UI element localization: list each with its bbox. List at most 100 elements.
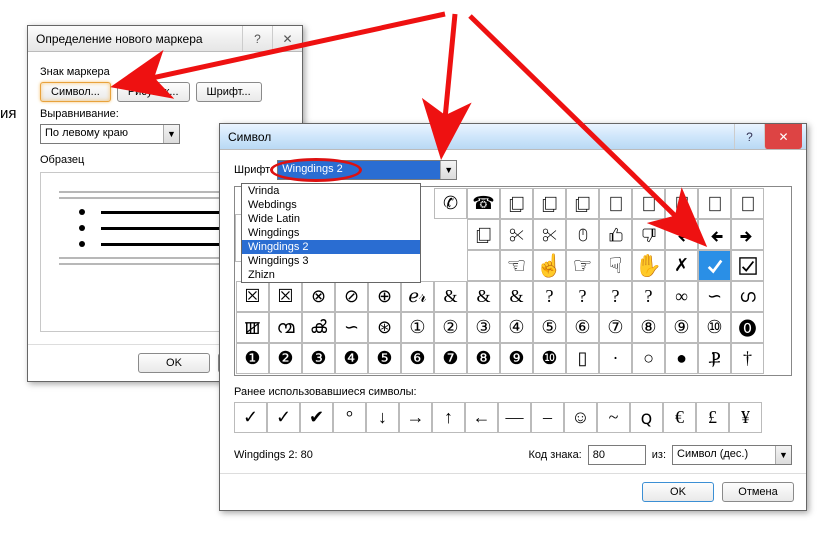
help-button[interactable]: ? <box>734 124 764 149</box>
recent-symbol-cell[interactable]: ~ <box>597 402 630 433</box>
symbol-cell[interactable]: ? <box>566 281 599 312</box>
symbol-cell[interactable]: ☞ <box>566 250 599 281</box>
symbol-cell[interactable]: ☜ <box>500 250 533 281</box>
recent-symbol-cell[interactable]: ✓ <box>267 402 300 433</box>
symbol-cell[interactable]: ? <box>599 281 632 312</box>
recent-symbol-cell[interactable]: ↓ <box>366 402 399 433</box>
recent-symbol-cell[interactable]: ← <box>465 402 498 433</box>
font-option[interactable]: Wingdings 2 <box>242 240 420 254</box>
recent-symbol-cell[interactable]: — <box>498 402 531 433</box>
dlg2-titlebar[interactable]: Символ ? ✕ <box>220 124 806 150</box>
symbol-cell[interactable]: ✗ <box>665 250 698 281</box>
recent-symbol-cell[interactable]: ↑ <box>432 402 465 433</box>
symbol-cell[interactable]: ☝ <box>533 250 566 281</box>
symbol-cell[interactable] <box>731 188 764 219</box>
symbol-cell[interactable] <box>500 219 533 250</box>
symbol-cell[interactable] <box>566 188 599 219</box>
symbol-cell[interactable]: ❽ <box>467 343 500 374</box>
symbol-cell[interactable]: & <box>434 281 467 312</box>
symbol-cell[interactable]: ⊕ <box>368 281 401 312</box>
symbol-cell[interactable]: ▯ <box>566 343 599 374</box>
symbol-cell[interactable]: ❷ <box>269 343 302 374</box>
symbol-cell[interactable]: ꯀ <box>236 312 269 343</box>
symbol-cell[interactable]: ⑤ <box>533 312 566 343</box>
symbol-cell[interactable]: ② <box>434 312 467 343</box>
symbol-cell[interactable]: ④ <box>500 312 533 343</box>
symbol-cell[interactable]: ☎ <box>467 188 500 219</box>
symbol-cell[interactable]: ⑩ <box>698 312 731 343</box>
symbol-cell[interactable] <box>698 250 731 281</box>
symbol-cell[interactable]: ൿ <box>302 312 335 343</box>
symbol-cell[interactable]: ? <box>632 281 665 312</box>
symbol-cell[interactable]: ❼ <box>434 343 467 374</box>
symbol-cell[interactable] <box>533 188 566 219</box>
chevron-down-icon[interactable]: ▼ <box>440 161 456 179</box>
font-option[interactable]: Wide Latin <box>242 212 420 226</box>
symbol-cell[interactable]: ③ <box>467 312 500 343</box>
symbol-cell[interactable]: ഗ <box>731 281 764 312</box>
picture-button[interactable]: Рисунок... <box>117 82 190 102</box>
recent-symbol-cell[interactable]: € <box>663 402 696 433</box>
symbol-cell[interactable] <box>599 219 632 250</box>
symbol-cell[interactable] <box>500 188 533 219</box>
recent-symbol-cell[interactable]: ✓ <box>234 402 267 433</box>
symbol-cell[interactable]: ൚ <box>269 312 302 343</box>
symbol-cell[interactable] <box>632 188 665 219</box>
recent-symbol-cell[interactable]: ✔ <box>300 402 333 433</box>
symbol-cell[interactable]: ⊘ <box>335 281 368 312</box>
symbol-cell[interactable]: · <box>599 343 632 374</box>
symbol-cell[interactable]: ⑨ <box>665 312 698 343</box>
symbol-cell[interactable]: ? <box>533 281 566 312</box>
symbol-cell[interactable]: ❶ <box>236 343 269 374</box>
symbol-cell[interactable]: ⓿ <box>731 312 764 343</box>
symbol-cell[interactable]: ℯ𝓇 <box>401 281 434 312</box>
font-option[interactable]: Wingdings <box>242 226 420 240</box>
chevron-down-icon[interactable]: ▼ <box>163 125 179 143</box>
font-option[interactable]: Vrinda <box>242 184 420 198</box>
close-button[interactable]: ✕ <box>764 124 802 149</box>
symbol-cell[interactable] <box>731 250 764 281</box>
symbol-cell[interactable]: ❾ <box>500 343 533 374</box>
symbol-cell[interactable]: ⑧ <box>632 312 665 343</box>
recent-symbol-cell[interactable]: ¥ <box>729 402 762 433</box>
dlg1-titlebar[interactable]: Определение нового маркера ? ✕ <box>28 26 302 52</box>
symbol-cell[interactable]: Ⳁ <box>698 343 731 374</box>
symbol-cell[interactable] <box>467 219 500 250</box>
symbol-cell[interactable]: ☒ <box>236 281 269 312</box>
recent-symbol-cell[interactable]: – <box>531 402 564 433</box>
symbol-cell[interactable]: ∞ <box>665 281 698 312</box>
symbol-cell[interactable]: ⑦ <box>599 312 632 343</box>
font-combo[interactable]: Wingdings 2 ▼ <box>277 160 457 180</box>
ok-button[interactable]: OK <box>138 353 210 373</box>
symbol-cell[interactable]: ⊛ <box>368 312 401 343</box>
symbol-cell[interactable]: ❸ <box>302 343 335 374</box>
recent-symbol-cell[interactable]: ☺ <box>564 402 597 433</box>
symbol-cell[interactable]: ❿ <box>533 343 566 374</box>
symbol-cell[interactable]: ∽ <box>698 281 731 312</box>
symbol-cell[interactable] <box>632 219 665 250</box>
symbol-cell[interactable]: † <box>731 343 764 374</box>
symbol-cell[interactable]: ① <box>401 312 434 343</box>
symbol-button[interactable]: Символ... <box>40 82 111 102</box>
charcode-input[interactable] <box>588 445 646 465</box>
symbol-cell[interactable] <box>665 188 698 219</box>
cancel-button[interactable]: Отмена <box>722 482 794 502</box>
recent-symbol-cell[interactable]: → <box>399 402 432 433</box>
symbol-cell[interactable]: ☟ <box>599 250 632 281</box>
font-dropdown-list[interactable]: VrindaWebdingsWide LatinWingdingsWingdin… <box>241 183 421 283</box>
symbol-cell[interactable]: ∽ <box>335 312 368 343</box>
symbol-cell[interactable]: ⊗ <box>302 281 335 312</box>
symbol-cell[interactable]: ○ <box>632 343 665 374</box>
symbol-cell[interactable]: ✆ <box>434 188 467 219</box>
symbol-cell[interactable] <box>599 188 632 219</box>
symbol-cell[interactable]: ● <box>665 343 698 374</box>
font-option[interactable]: Zhizn <box>242 268 420 282</box>
symbol-cell[interactable] <box>467 250 500 281</box>
symbol-cell[interactable]: ⑥ <box>566 312 599 343</box>
symbol-cell[interactable]: & <box>500 281 533 312</box>
symbol-cell[interactable] <box>698 188 731 219</box>
alignment-combo[interactable]: По левому краю ▼ <box>40 124 180 144</box>
ok-button[interactable]: OK <box>642 482 714 502</box>
symbol-cell[interactable]: ❻ <box>401 343 434 374</box>
font-option[interactable]: Wingdings 3 <box>242 254 420 268</box>
